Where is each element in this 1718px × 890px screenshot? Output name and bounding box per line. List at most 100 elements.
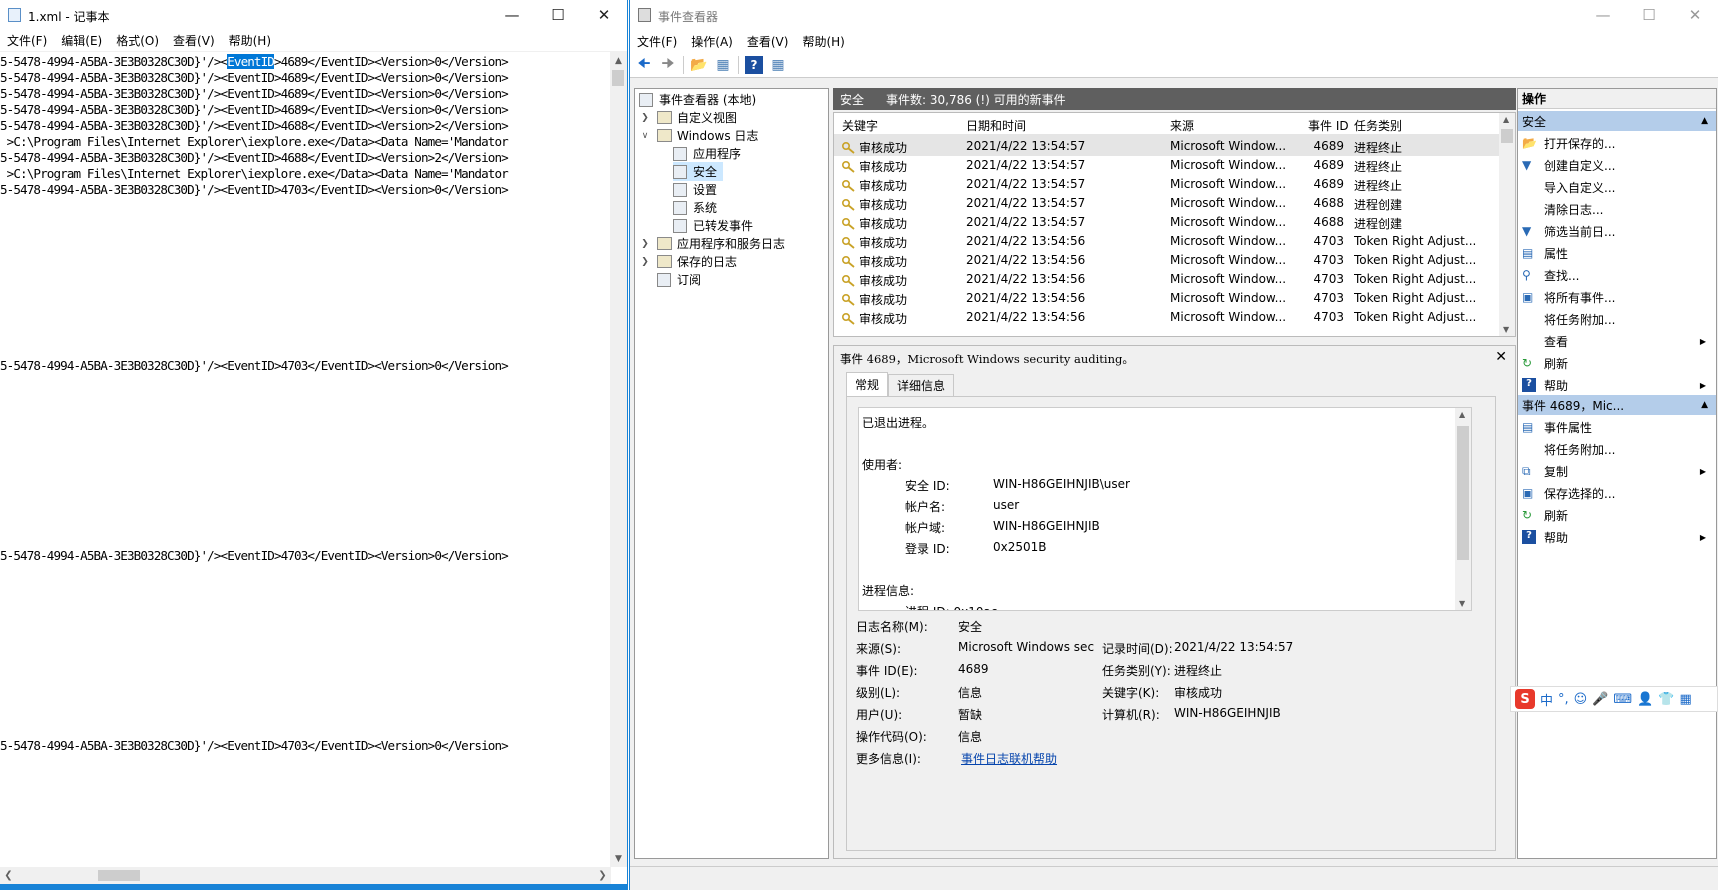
sogou-logo-icon[interactable]: S xyxy=(1515,689,1535,709)
action-refresh[interactable]: ↻ 刷新 xyxy=(1518,352,1716,374)
minimize-button[interactable]: — xyxy=(489,0,535,30)
table-row[interactable]: 审核成功 2021/4/22 13:54:57 Microsoft Window..… xyxy=(834,192,1500,213)
actions-section-security[interactable]: 安全 ▲ xyxy=(1518,111,1716,131)
table-row[interactable]: 审核成功 2021/4/22 13:54:57 Microsoft Window..… xyxy=(834,211,1500,232)
notepad-text-area[interactable]: 5-5478-4994-A5BA-3E3B0328C30D}'/><EventI… xyxy=(0,52,611,867)
menu-help[interactable]: 帮助(H) xyxy=(222,32,278,49)
expand-icon[interactable]: ❯ xyxy=(639,257,651,267)
ev-menu-file[interactable]: 文件(F) xyxy=(630,33,684,50)
menu-view[interactable]: 查看(V) xyxy=(166,32,222,49)
scroll-up-icon[interactable]: ▲ xyxy=(1459,410,1465,419)
punctuation-icon[interactable]: °, xyxy=(1558,692,1569,707)
collapse-icon[interactable]: ▲ xyxy=(1701,400,1708,410)
text-line[interactable]: 5-5478-4994-A5BA-3E3B0328C30D}'/><EventI… xyxy=(0,118,509,134)
scrollbar-thumb[interactable] xyxy=(612,70,624,86)
help-icon[interactable]: ? xyxy=(745,55,763,74)
skin-icon[interactable]: 👕 xyxy=(1658,692,1674,707)
action-clear-log[interactable]: 清除日志... xyxy=(1518,198,1716,220)
collapse-icon[interactable]: ▲ xyxy=(1701,116,1708,126)
scroll-right-icon[interactable]: ❯ xyxy=(594,867,611,884)
action-save-all[interactable]: ▣ 将所有事件... xyxy=(1518,286,1716,308)
tree-setup[interactable]: 设置 xyxy=(673,180,717,199)
tree-custom-views[interactable]: ❯ 自定义视图 xyxy=(639,108,737,127)
show-hide-tree-icon[interactable]: ▦ xyxy=(714,56,732,74)
ev-menu-action[interactable]: 操作(A) xyxy=(684,33,740,50)
maximize-button[interactable]: ☐ xyxy=(535,0,581,30)
ev-titlebar[interactable]: 事件查看器 — ☐ ✕ xyxy=(630,0,1718,30)
action-copy[interactable]: ⧉ 复制 ▶ xyxy=(1518,460,1716,482)
ev-maximize-button[interactable]: ☐ xyxy=(1626,0,1672,30)
actions-section-event[interactable]: 事件 4689，Mic... ▲ xyxy=(1518,395,1716,415)
action-save-selected[interactable]: ▣ 保存选择的... xyxy=(1518,482,1716,504)
forward-arrow-icon[interactable]: 🠊 xyxy=(659,56,677,74)
collapse-icon[interactable]: ∨ xyxy=(639,131,651,141)
list-scrollbar[interactable]: ▲ ▼ xyxy=(1499,113,1515,336)
expand-icon[interactable]: ❯ xyxy=(639,239,651,249)
action-event-properties[interactable]: ▤ 事件属性 xyxy=(1518,416,1716,438)
table-row[interactable]: 审核成功 2021/4/22 13:54:56 Microsoft Window..… xyxy=(834,268,1500,289)
action-help[interactable]: ? 帮助 ▶ xyxy=(1518,374,1716,396)
detail-close-icon[interactable]: ✕ xyxy=(1495,349,1507,365)
show-hide-action-pane-icon[interactable]: ▦ xyxy=(769,56,787,74)
table-row[interactable]: 审核成功 2021/4/22 13:54:56 Microsoft Window..… xyxy=(834,249,1500,270)
tree-system[interactable]: 系统 xyxy=(673,198,717,217)
text-line[interactable]: 5-5478-4994-A5BA-3E3B0328C30D}'/><EventI… xyxy=(0,548,509,564)
text-line[interactable]: 5-5478-4994-A5BA-3E3B0328C30D}'/><EventI… xyxy=(0,70,509,86)
scroll-left-icon[interactable]: ❮ xyxy=(0,867,17,884)
scrollbar-thumb[interactable] xyxy=(1501,129,1513,143)
microphone-icon[interactable]: 🎤 xyxy=(1592,692,1608,707)
table-row[interactable]: 审核成功 2021/4/22 13:54:57 Microsoft Window..… xyxy=(834,173,1500,194)
selected-text[interactable]: EventID xyxy=(227,54,275,69)
action-view[interactable]: 查看 ▶ xyxy=(1518,330,1716,352)
text-line[interactable]: 5-5478-4994-A5BA-3E3B0328C30D}'/><EventI… xyxy=(0,358,509,374)
tab-details[interactable]: 详细信息 xyxy=(888,374,955,396)
event-description[interactable]: 已退出进程。 使用者: 安全 ID: WIN-H86GEIHNJIB\user … xyxy=(858,407,1472,611)
notepad-titlebar[interactable]: 1.xml - 记事本 — ☐ ✕ xyxy=(0,0,627,30)
col-datetime[interactable]: 日期和时间 xyxy=(966,117,1026,134)
tree-windows-logs[interactable]: ∨ Windows 日志 xyxy=(639,126,758,145)
scroll-down-icon[interactable]: ▼ xyxy=(610,850,627,867)
table-row[interactable]: 审核成功 2021/4/22 13:54:57 Microsoft Window..… xyxy=(834,154,1500,175)
action-find[interactable]: ⚲ 查找... xyxy=(1518,264,1716,286)
action-open-saved[interactable]: 📂 打开保存的... xyxy=(1518,132,1716,154)
table-row[interactable]: 审核成功 2021/4/22 13:54:56 Microsoft Window..… xyxy=(834,230,1500,251)
table-row[interactable]: 审核成功 2021/4/22 13:54:56 Microsoft Window..… xyxy=(834,287,1500,308)
user-icon[interactable]: 👤 xyxy=(1637,692,1653,707)
back-arrow-icon[interactable]: 🠈 xyxy=(635,56,653,74)
expand-icon[interactable]: ❯ xyxy=(639,113,651,123)
action-create-view[interactable]: ▼ 创建自定义... xyxy=(1518,154,1716,176)
text-line[interactable]: 5-5478-4994-A5BA-3E3B0328C30D}'/><EventI… xyxy=(0,86,509,102)
tree-app-service-logs[interactable]: ❯ 应用程序和服务日志 xyxy=(639,234,785,253)
scrollbar-thumb[interactable] xyxy=(1457,426,1469,560)
col-eventid[interactable]: 事件 ID xyxy=(1308,117,1349,134)
text-line[interactable]: 5-5478-4994-A5BA-3E3B0328C30D}'/><EventI… xyxy=(0,738,509,754)
menu-edit[interactable]: 编辑(E) xyxy=(54,32,109,49)
folder-up-icon[interactable]: 📂 xyxy=(690,56,708,74)
ime-toolbar[interactable]: S 中 °, ☺ 🎤 ⌨ 👤 👕 ▦ xyxy=(1510,686,1718,712)
text-line[interactable]: 5-5478-4994-A5BA-3E3B0328C30D}'/><EventI… xyxy=(0,102,509,118)
action-attach-task[interactable]: 将任务附加... xyxy=(1518,308,1716,330)
close-button[interactable]: ✕ xyxy=(581,0,627,30)
ev-menu-help[interactable]: 帮助(H) xyxy=(795,33,851,50)
scroll-up-icon[interactable]: ▲ xyxy=(610,52,627,69)
text-line[interactable]: 5-5478-4994-A5BA-3E3B0328C30D}'/><EventI… xyxy=(0,54,509,70)
hscrollbar-thumb[interactable] xyxy=(98,870,140,881)
action-attach-task[interactable]: 将任务附加... xyxy=(1518,438,1716,460)
vertical-scrollbar[interactable]: ▲ ▼ xyxy=(610,52,627,867)
tab-general[interactable]: 常规 xyxy=(846,372,889,396)
action-help[interactable]: ? 帮助 ▶ xyxy=(1518,526,1716,548)
col-task[interactable]: 任务类别 xyxy=(1354,117,1402,134)
tree-forwarded[interactable]: 已转发事件 xyxy=(673,216,753,235)
table-row[interactable]: 审核成功 2021/4/22 13:54:57 Microsoft Window..… xyxy=(834,135,1500,156)
text-line[interactable]: >C:\Program Files\Internet Explorer\iexp… xyxy=(0,134,509,150)
horizontal-scrollbar[interactable]: ❮ ❯ xyxy=(0,867,611,884)
scroll-down-icon[interactable]: ▼ xyxy=(1459,599,1465,608)
text-line[interactable]: >C:\Program Files\Internet Explorer\iexp… xyxy=(0,166,509,182)
tree-application[interactable]: 应用程序 xyxy=(673,144,741,163)
text-line[interactable]: 5-5478-4994-A5BA-3E3B0328C30D}'/><EventI… xyxy=(0,150,509,166)
col-source[interactable]: 来源 xyxy=(1170,117,1194,134)
col-keywords[interactable]: 关键字 xyxy=(842,117,878,134)
scroll-up-icon[interactable]: ▲ xyxy=(1503,115,1509,124)
action-refresh[interactable]: ↻ 刷新 xyxy=(1518,504,1716,526)
text-line[interactable]: 5-5478-4994-A5BA-3E3B0328C30D}'/><EventI… xyxy=(0,182,509,198)
